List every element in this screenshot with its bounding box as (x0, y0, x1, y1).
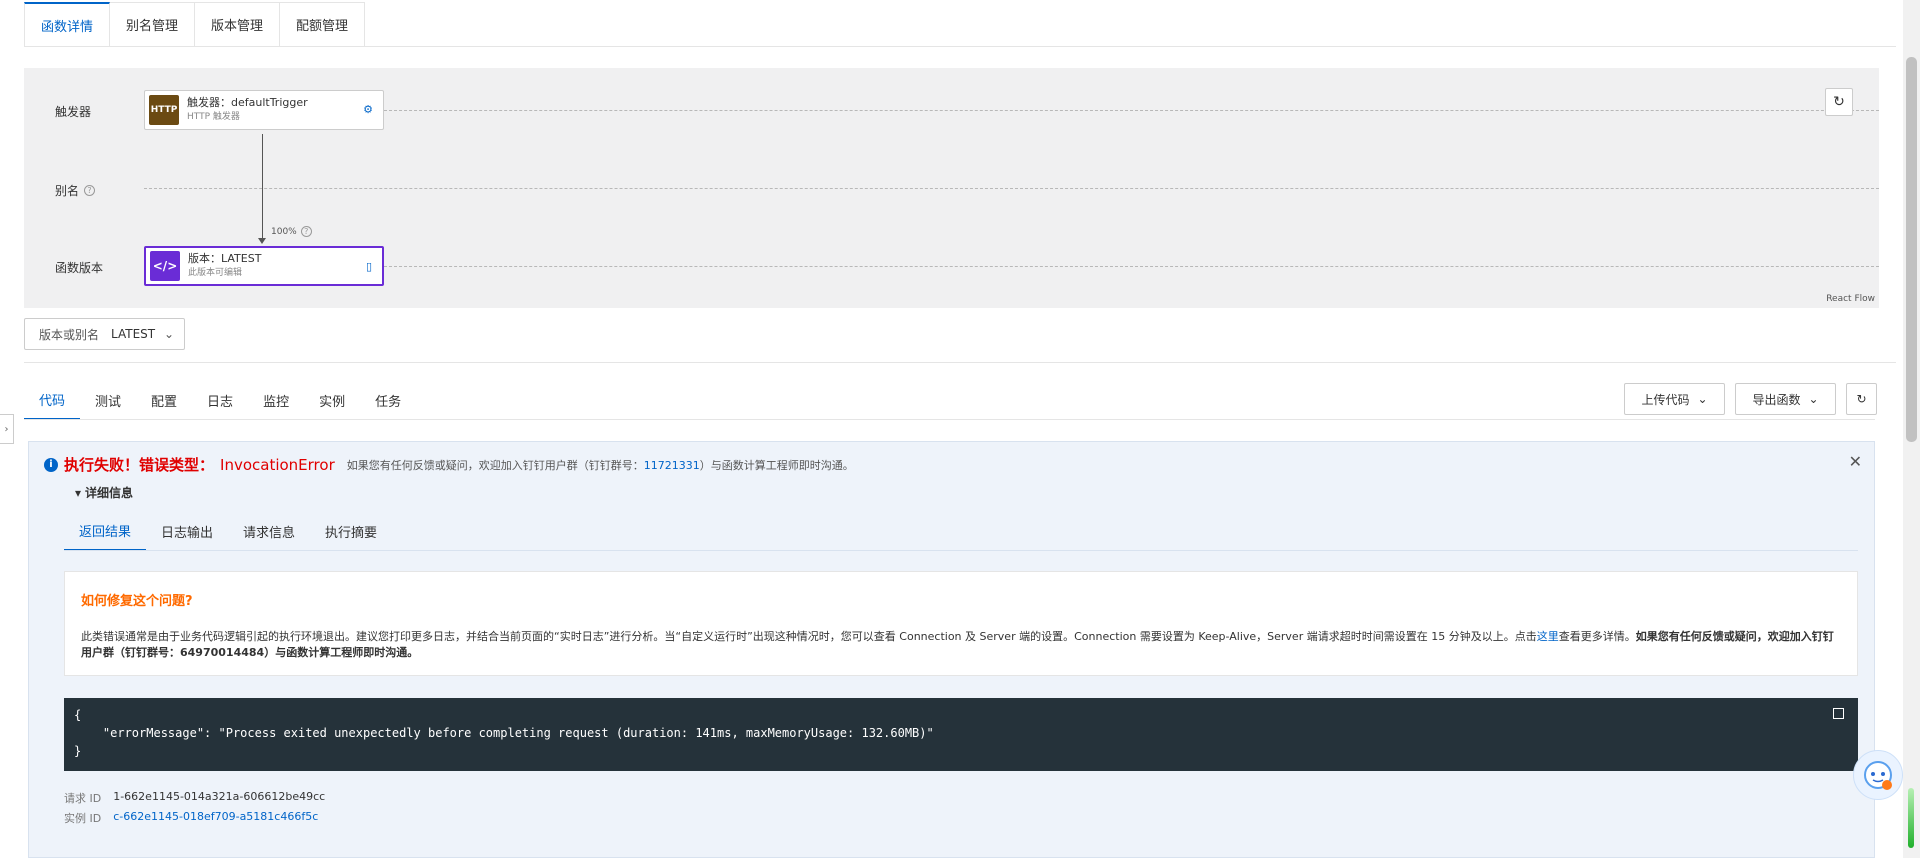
tab-function-detail[interactable]: 函数详情 (24, 2, 111, 47)
divider (24, 362, 1896, 363)
tab-logs[interactable]: 日志 (192, 380, 248, 420)
close-icon[interactable]: ✕ (1849, 452, 1862, 471)
trigger-node-subtitle: HTTP 触发器 (187, 112, 240, 122)
react-flow-attribution[interactable]: React Flow (1826, 294, 1875, 304)
tab-code[interactable]: 代码 (24, 380, 81, 420)
sidebar-expand-button[interactable]: › (0, 414, 14, 444)
instance-id-link[interactable]: c-662e1145-018ef709-a5181c466f5c (113, 810, 318, 826)
fix-link[interactable]: 这里 (1537, 630, 1559, 643)
tab-quota-management[interactable]: 配额管理 (280, 2, 366, 47)
http-icon: HTTP (149, 95, 179, 125)
trigger-node[interactable]: HTTP 触发器：defaultTrigger HTTP 触发器 ⚙ (144, 90, 384, 130)
trigger-lane-line (384, 110, 1879, 111)
tab-tasks[interactable]: 任务 (360, 380, 416, 420)
details-label: 详细信息 (85, 486, 134, 500)
fix-text: 此类错误通常是由于业务代码逻辑引起的执行环境退出。建议您打印更多日志，并结合当前… (81, 630, 1537, 643)
row-label-alias: 别名? (55, 182, 96, 199)
request-id-label: 请求 ID (64, 792, 102, 805)
version-node-title: 版本：LATEST (188, 252, 262, 265)
help-icon[interactable]: ? (300, 226, 312, 237)
help-icon[interactable]: ? (84, 185, 96, 196)
version-node-subtitle: 此版本可编辑 (188, 268, 243, 278)
vertical-scrollbar[interactable] (1903, 0, 1920, 858)
group-id-link[interactable]: 11721331 (644, 459, 700, 472)
code-tabs: 代码 测试 配置 日志 监控 实例 任务 (24, 380, 416, 420)
error-note: 如果您有任何反馈或疑问，欢迎加入钉钉用户群（钉钉群号：11721331）与函数计… (347, 457, 854, 473)
traffic-percent: 100% (271, 226, 297, 237)
refresh-button[interactable]: ↻ (1846, 383, 1877, 415)
alias-row-text: 别名 (55, 184, 80, 198)
error-title: 执行失败！错误类型： (64, 456, 215, 474)
robot-icon (1864, 761, 1892, 790)
upload-code-label: 上传代码 (1641, 392, 1690, 407)
code-branch-icon: </> (150, 251, 180, 281)
tab-return-result[interactable]: 返回结果 (64, 511, 147, 551)
tab-monitor[interactable]: 监控 (248, 380, 304, 420)
gear-icon[interactable]: ⚙ (363, 103, 373, 116)
code-line: "errorMessage": "Process exited unexpect… (74, 726, 934, 740)
row-label-trigger: 触发器 (55, 103, 91, 120)
version-lane-line (384, 266, 1879, 267)
tab-version-management[interactable]: 版本管理 (195, 2, 281, 47)
result-tabs: 返回结果 日志输出 请求信息 执行摘要 (64, 511, 392, 551)
note-suffix: ）与函数计算工程师即时沟通。 (699, 458, 854, 472)
instance-id-row: 实例 ID c-662e1145-018ef709-a5181c466f5c (64, 810, 318, 826)
traffic-label: 100% ? (271, 226, 312, 237)
chevron-down-icon: ⌄ (1697, 392, 1708, 406)
chevron-right-icon: › (4, 423, 9, 435)
row-label-version: 函数版本 (55, 259, 103, 276)
caret-down-icon: ▾ (75, 485, 82, 500)
copy-icon[interactable] (1833, 708, 1844, 719)
tab-config[interactable]: 配置 (136, 380, 192, 420)
error-result-panel: i 执行失败！错误类型： InvocationError 如果您有任何反馈或疑问… (28, 441, 1875, 858)
flow-edge (262, 134, 263, 240)
assistant-avatar-icon[interactable] (1853, 750, 1903, 800)
react-flow-canvas[interactable]: 触发器 别名? 函数版本 HTTP 触发器：defaultTrigger HTT… (24, 68, 1879, 308)
divider (24, 46, 1896, 47)
fix-text-2: 查看更多详情。 (1558, 630, 1636, 643)
version-select-label: 版本或别名 (39, 327, 100, 342)
file-icon[interactable]: ▯ (366, 260, 372, 273)
chevron-down-icon: ⌄ (163, 327, 174, 341)
tab-execution-summary[interactable]: 执行摘要 (310, 511, 392, 551)
error-type: InvocationError (220, 455, 335, 474)
export-function-label: 导出函数 (1752, 392, 1801, 407)
fix-title: 如何修复这个问题? (81, 594, 193, 609)
info-icon: i (44, 457, 58, 472)
instance-id-label: 实例 ID (64, 812, 102, 825)
error-header: i 执行失败！错误类型： InvocationError 如果您有任何反馈或疑问… (44, 454, 854, 475)
divider (24, 419, 1875, 420)
status-indicator (1908, 788, 1914, 848)
arrow-head-icon (258, 238, 266, 244)
code-line: { (74, 708, 82, 722)
version-row-text: 函数版本 (55, 261, 104, 275)
divider (64, 550, 1858, 551)
chevron-down-icon: ⌄ (1808, 392, 1819, 406)
version-select-value: LATEST (111, 327, 156, 341)
code-line: } (74, 744, 82, 758)
refresh-icon: ↻ (1856, 392, 1867, 406)
tab-request-info[interactable]: 请求信息 (228, 511, 310, 551)
fix-body: 此类错误通常是由于业务代码逻辑引起的执行环境退出。建议您打印更多日志，并结合当前… (81, 629, 1839, 661)
export-function-button[interactable]: 导出函数 ⌄ (1735, 383, 1836, 415)
upload-code-button[interactable]: 上传代码 ⌄ (1624, 383, 1725, 415)
trigger-row-text: 触发器 (55, 105, 92, 119)
alias-lane-line (144, 188, 1879, 189)
tab-test[interactable]: 测试 (80, 380, 136, 420)
request-id-value: 1-662e1145-014a321a-606612be49cc (113, 790, 326, 803)
version-or-alias-select[interactable]: 版本或别名 LATEST ⌄ (24, 318, 185, 350)
trigger-node-title: 触发器：defaultTrigger (187, 96, 308, 109)
tab-alias-management[interactable]: 别名管理 (110, 2, 196, 47)
tab-instances[interactable]: 实例 (304, 380, 360, 420)
fix-suggestion-box: 如何修复这个问题? 此类错误通常是由于业务代码逻辑引起的执行环境退出。建议您打印… (64, 571, 1858, 676)
version-node[interactable]: </> 版本：LATEST 此版本可编辑 ▯ (144, 246, 384, 286)
error-json-output: { "errorMessage": "Process exited unexpe… (64, 698, 1858, 771)
function-detail-tabs: 函数详情 别名管理 版本管理 配额管理 (24, 2, 366, 47)
details-toggle[interactable]: ▾ 详细信息 (75, 484, 133, 501)
refresh-icon[interactable]: ↻ (1825, 88, 1853, 116)
tab-log-output[interactable]: 日志输出 (146, 511, 228, 551)
note-prefix: 如果您有任何反馈或疑问，欢迎加入钉钉用户群（钉钉群号： (346, 458, 644, 472)
scrollbar-thumb[interactable] (1906, 57, 1917, 442)
request-id-row: 请求 ID 1-662e1145-014a321a-606612be49cc (64, 790, 325, 806)
